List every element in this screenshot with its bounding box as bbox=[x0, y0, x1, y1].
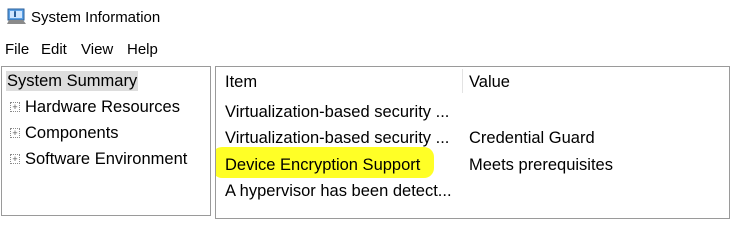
details-list[interactable]: Item Value Virtualization-based security… bbox=[215, 66, 730, 219]
tree-item-components[interactable]: + Components bbox=[10, 123, 205, 143]
window-title: System Information bbox=[31, 9, 161, 26]
menu-bar: File Edit View Help bbox=[0, 38, 730, 60]
menu-edit[interactable]: Edit bbox=[41, 41, 67, 59]
category-tree[interactable]: System Summary + Hardware Resources + Co… bbox=[1, 66, 211, 216]
column-header-item[interactable]: Item bbox=[225, 72, 257, 92]
tree-item-system-summary[interactable]: System Summary bbox=[6, 71, 139, 91]
table-row-item[interactable]: Virtualization-based security ... bbox=[225, 128, 449, 148]
expand-icon[interactable]: + bbox=[10, 102, 20, 112]
menu-help[interactable]: Help bbox=[127, 41, 158, 59]
tree-item-label: Hardware Resources bbox=[25, 98, 180, 116]
table-row-item[interactable]: Virtualization-based security ... bbox=[225, 102, 449, 122]
tree-item-label: Software Environment bbox=[25, 150, 188, 168]
tree-item-software-environment[interactable]: + Software Environment bbox=[10, 149, 205, 169]
tree-item-hardware-resources[interactable]: + Hardware Resources bbox=[10, 97, 205, 117]
menu-view[interactable]: View bbox=[81, 41, 113, 59]
table-row-item[interactable]: A hypervisor has been detect... bbox=[225, 181, 452, 201]
tree-item-label: Components bbox=[25, 124, 119, 142]
expand-icon[interactable]: + bbox=[10, 128, 20, 138]
system-information-icon bbox=[7, 8, 26, 24]
title-bar: System Information bbox=[0, 0, 730, 36]
table-row-item[interactable]: Device Encryption Support bbox=[225, 155, 420, 175]
menu-file[interactable]: File bbox=[5, 41, 29, 59]
column-divider[interactable] bbox=[462, 69, 463, 93]
expand-icon[interactable]: + bbox=[10, 154, 20, 164]
table-row-value[interactable]: Credential Guard bbox=[469, 128, 595, 148]
column-header-value[interactable]: Value bbox=[469, 72, 510, 92]
table-row-value[interactable]: Meets prerequisites bbox=[469, 155, 613, 175]
